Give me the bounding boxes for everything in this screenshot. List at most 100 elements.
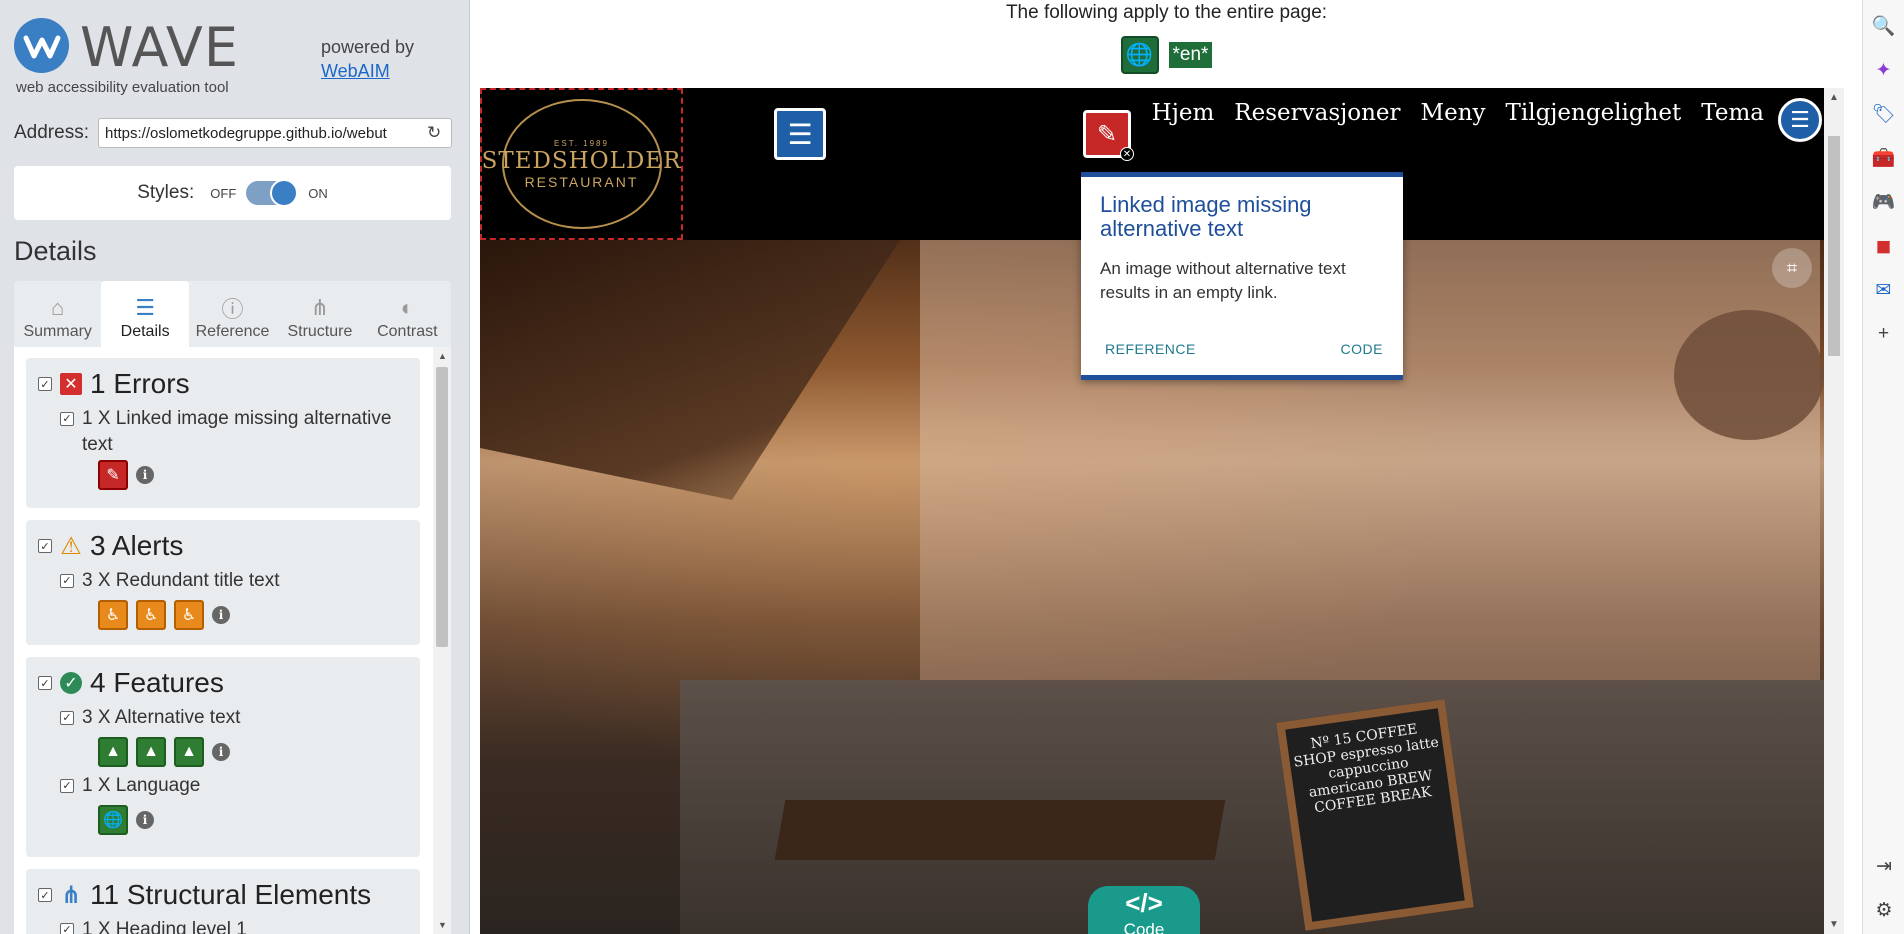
office-icon[interactable]: ◼ xyxy=(1872,234,1896,258)
nav-reservasjoner[interactable]: Reservasjoner xyxy=(1234,100,1400,126)
info-icon[interactable]: i xyxy=(212,743,230,761)
feature-item-checkbox[interactable] xyxy=(60,711,74,725)
wave-subtitle: web accessibility evaluation tool xyxy=(16,79,229,96)
logo-sub: RESTAURANT xyxy=(524,173,639,190)
scroll-down-icon[interactable]: ▼ xyxy=(438,920,447,930)
alt-text-feature-icon[interactable]: ▲ xyxy=(136,737,166,767)
list-menu-icon[interactable]: ☰ xyxy=(1778,98,1822,142)
code-button[interactable]: </> Code xyxy=(1088,886,1200,934)
nav-meny[interactable]: Meny xyxy=(1421,100,1486,126)
logo-brand: STEDSHOLDER xyxy=(481,147,682,174)
linked-image-error-icon[interactable]: ✎ xyxy=(98,460,128,490)
redundant-title-alert-icon[interactable]: ♿ xyxy=(174,600,204,630)
linked-image-error-icon[interactable]: ✎ ✕ xyxy=(1083,110,1134,161)
address-box: ↻ xyxy=(97,118,452,148)
tooltip-reference-link[interactable]: REFERENCE xyxy=(1105,341,1196,357)
info-icon[interactable]: i xyxy=(136,811,154,829)
hierarchy-icon: ⋔ xyxy=(60,881,82,909)
details-scrollbar[interactable]: ▲ ▼ xyxy=(433,347,451,934)
info-icon: ⓘ xyxy=(221,297,244,322)
alert-item-label: 3 X Redundant title text xyxy=(82,570,280,591)
hero-awning xyxy=(480,240,900,500)
copilot-icon[interactable]: ✦ xyxy=(1872,58,1896,82)
error-item-checkbox[interactable] xyxy=(60,412,74,426)
scroll-thumb[interactable] xyxy=(436,367,448,647)
powered-by-label: powered by xyxy=(321,37,415,57)
error-tooltip: Linked image missing alternative text An… xyxy=(1081,172,1403,380)
tab-contrast[interactable]: ◐ Contrast xyxy=(364,281,451,347)
tab-reference-label: Reference xyxy=(195,323,270,340)
styles-box: Styles: OFF ON xyxy=(14,166,451,220)
outlook-icon[interactable]: ✉ xyxy=(1872,278,1896,302)
details-list: ✕ 1 Errors 1 X Linked image missing alte… xyxy=(14,347,451,934)
details-heading: Details xyxy=(14,236,97,266)
nav-tilgjengelighet[interactable]: Tilgjengelighet xyxy=(1506,100,1682,126)
redundant-title-alert-icon[interactable]: ♿ xyxy=(98,600,128,630)
hero-chalkboard-sign: Nº 15 COFFEE SHOP espresso latte cappucc… xyxy=(1276,699,1474,931)
screenshot-icon[interactable]: ⌗ xyxy=(1772,248,1812,288)
error-icon: ✕ xyxy=(60,373,82,395)
home-icon: ⌂ xyxy=(51,295,65,320)
tooltip-body: An image without alternative text result… xyxy=(1100,259,1346,302)
nav-hjem[interactable]: Hjem xyxy=(1152,100,1215,126)
alert-item-checkbox[interactable] xyxy=(60,574,74,588)
code-icon: </> xyxy=(1125,888,1163,918)
tab-summary-label: Summary xyxy=(23,323,92,340)
tab-contrast-label: Contrast xyxy=(377,323,438,340)
hierarchy-icon: ⋔ xyxy=(310,295,330,320)
errors-checkbox[interactable] xyxy=(38,377,52,391)
redundant-title-alert-icon[interactable]: ♿ xyxy=(136,600,166,630)
scroll-up-icon[interactable]: ▲ xyxy=(438,351,447,361)
structural-item-label: 1 X Heading level 1 xyxy=(82,919,247,934)
hero-hanging-sign xyxy=(1674,310,1824,440)
structural-item-checkbox[interactable] xyxy=(60,923,74,934)
address-input[interactable] xyxy=(104,124,427,142)
browser-sidebar: 🔍 ✦ 🏷 🧰 🎮 ◼ ✉ + ⇥ ⚙ xyxy=(1862,0,1904,934)
site-scrollbar[interactable]: ▲ ▼ xyxy=(1824,88,1844,934)
errors-title: 1 Errors xyxy=(90,368,190,399)
tab-details-label: Details xyxy=(120,323,170,340)
toolbox-icon[interactable]: 🧰 xyxy=(1872,146,1896,170)
language-feature-icon[interactable]: 🌐 xyxy=(98,805,128,835)
scroll-up-icon[interactable]: ▲ xyxy=(1829,92,1839,103)
scroll-thumb[interactable] xyxy=(1828,136,1840,356)
games-icon[interactable]: 🎮 xyxy=(1872,190,1896,214)
alerts-section: ⚠ 3 Alerts 3 X Redundant title text ♿ ♿ … xyxy=(26,520,420,645)
webaim-link[interactable]: WebAIM xyxy=(321,59,414,83)
alerts-title: 3 Alerts xyxy=(90,530,184,561)
features-title: 4 Features xyxy=(90,667,224,698)
tab-reference[interactable]: ⓘ Reference xyxy=(189,281,276,347)
search-icon[interactable]: 🔍 xyxy=(1872,14,1896,38)
styles-toggle[interactable] xyxy=(246,179,299,207)
alerts-checkbox[interactable] xyxy=(38,539,52,553)
nav-tema[interactable]: Tema xyxy=(1701,100,1764,126)
features-checkbox[interactable] xyxy=(38,676,52,690)
panel-tabs: ⌂ Summary ☰ Details ⓘ Reference ⋔ Struct… xyxy=(14,281,451,347)
logo-est: EST. 1989 xyxy=(554,138,609,148)
features-section: ✓ 4 Features 3 X Alternative text ▲ ▲ ▲ … xyxy=(26,657,420,857)
add-icon[interactable]: + xyxy=(1872,322,1896,346)
alt-text-feature-icon[interactable]: ▲ xyxy=(174,737,204,767)
address-row: Address: ↻ xyxy=(14,118,452,148)
shopping-tag-icon[interactable]: 🏷 xyxy=(1871,102,1895,126)
info-icon[interactable]: i xyxy=(136,466,154,484)
tab-details[interactable]: ☰ Details xyxy=(101,281,189,347)
gear-icon[interactable]: ⚙ xyxy=(1872,898,1896,922)
language-globe-icon[interactable]: 🌐 xyxy=(1120,36,1159,74)
tooltip-code-link[interactable]: CODE xyxy=(1341,341,1383,357)
structural-checkbox[interactable] xyxy=(38,888,52,902)
site-logo[interactable]: EST. 1989 STEDSHOLDER RESTAURANT xyxy=(480,88,683,240)
info-icon[interactable]: i xyxy=(212,606,230,624)
styles-on-label: ON xyxy=(308,185,328,201)
tab-structure[interactable]: ⋔ Structure xyxy=(276,281,363,347)
reload-icon[interactable]: ↻ xyxy=(427,124,445,142)
styles-off-label: OFF xyxy=(210,185,237,201)
tab-summary[interactable]: ⌂ Summary xyxy=(14,281,101,347)
tooltip-title: Linked image missing alternative text xyxy=(1100,192,1312,241)
scroll-down-icon[interactable]: ▼ xyxy=(1829,919,1839,930)
feature-alt-text-label: 3 X Alternative text xyxy=(82,707,241,728)
sidebar-collapse-icon[interactable]: ⇥ xyxy=(1872,854,1896,878)
feature-item-checkbox[interactable] xyxy=(60,779,74,793)
alt-text-feature-icon[interactable]: ▲ xyxy=(98,737,128,767)
css-document-icon[interactable]: ☰ xyxy=(774,108,826,160)
